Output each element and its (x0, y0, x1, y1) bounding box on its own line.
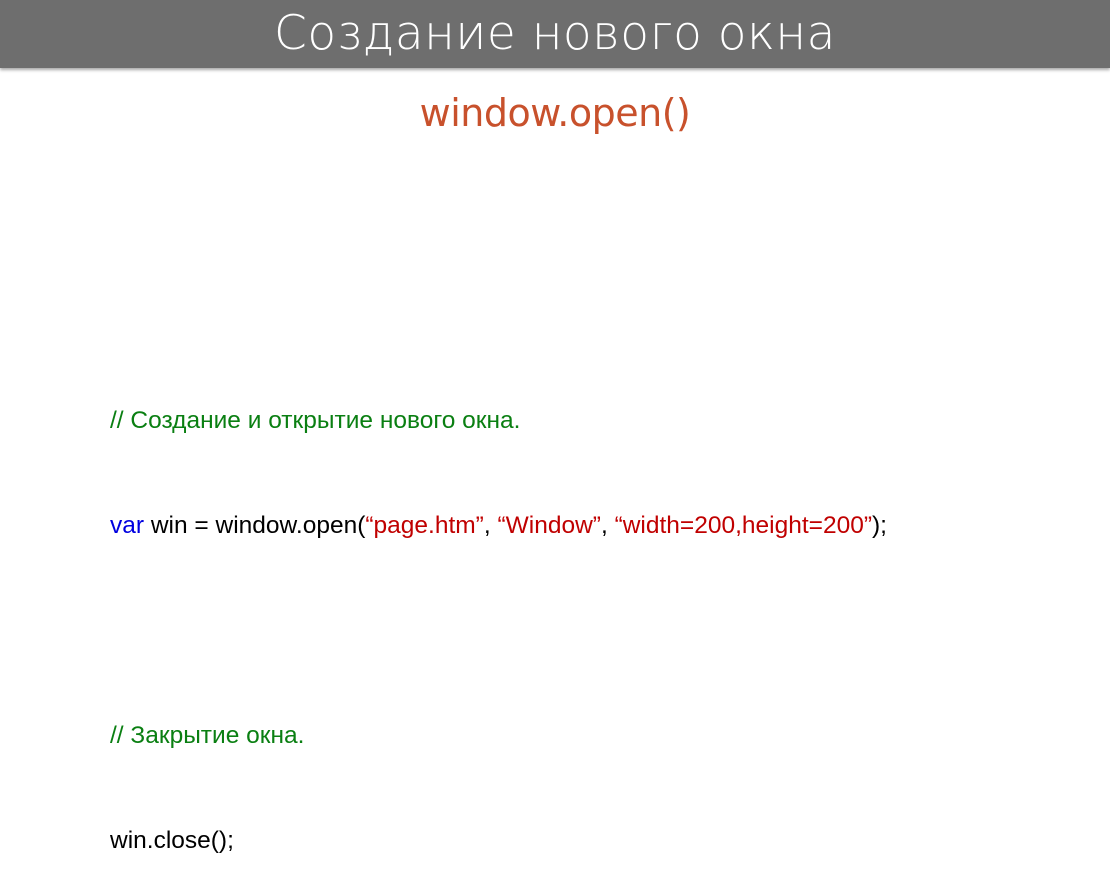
code-plain: win = window.open( (144, 512, 366, 539)
code-plain: ); (872, 512, 887, 539)
code-block: // Создание и открытие нового окна. var … (110, 333, 1090, 893)
code-string: “page.htm” (365, 512, 484, 539)
code-string: “width=200,height=200” (614, 512, 873, 539)
slide-title: Создание нового окна (274, 6, 836, 61)
title-bar: Создание нового окна (0, 0, 1110, 68)
code-plain: , (483, 512, 498, 539)
code-comment: // Закрытие окна. (110, 722, 305, 749)
code-line-window-open: var win = window.open(“page.htm”, “Windo… (110, 508, 1090, 543)
code-line-comment-close: // Закрытие окна. (110, 718, 1090, 753)
code-plain: win.close(); (110, 827, 234, 854)
code-line-comment-open: // Создание и открытие нового окна. (110, 403, 1090, 438)
code-plain: , (600, 512, 615, 539)
slide-subtitle: window.open() (419, 91, 691, 135)
code-comment: // Создание и открытие нового окна. (110, 407, 521, 434)
code-string: “Window” (497, 512, 601, 539)
code-line-window-close: win.close(); (110, 823, 1090, 858)
code-keyword: var (110, 512, 145, 539)
